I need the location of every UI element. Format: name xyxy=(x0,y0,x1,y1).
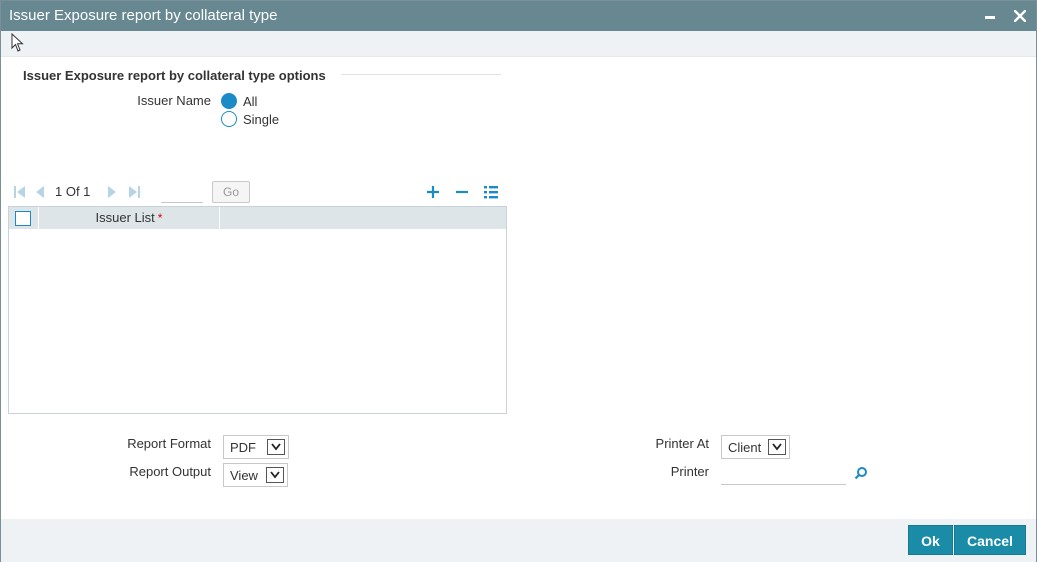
report-format-select[interactable]: PDF xyxy=(223,435,289,459)
list-view-icon[interactable] xyxy=(482,183,500,201)
column-header-issuer-list[interactable]: Issuer List * xyxy=(39,207,220,229)
go-button[interactable]: Go xyxy=(212,181,250,203)
footer-bar xyxy=(1,519,1036,562)
radio-issuer-all[interactable]: All xyxy=(221,93,257,109)
section-divider xyxy=(341,74,501,75)
printer-at-select[interactable]: Client xyxy=(721,435,790,459)
issuer-list-grid: Issuer List * xyxy=(8,206,507,414)
add-row-icon[interactable] xyxy=(424,183,442,201)
cancel-button[interactable]: Cancel xyxy=(954,525,1026,555)
mouse-cursor-icon xyxy=(11,33,24,52)
ok-button[interactable]: Ok xyxy=(908,525,953,555)
window-title: Issuer Exposure report by collateral typ… xyxy=(9,7,278,24)
issuer-name-label: Issuer Name xyxy=(137,93,211,108)
first-page-icon[interactable] xyxy=(13,185,27,199)
radio-all-indicator[interactable] xyxy=(221,93,237,109)
last-page-icon[interactable] xyxy=(127,185,141,199)
radio-issuer-single[interactable]: Single xyxy=(221,111,279,127)
minimize-button[interactable] xyxy=(979,5,1001,27)
page-indicator: 1 Of 1 xyxy=(55,184,91,199)
column-header-label: Issuer List xyxy=(95,210,155,225)
chevron-down-icon xyxy=(768,439,786,455)
section-title: Issuer Exposure report by collateral typ… xyxy=(23,68,326,83)
report-output-label: Report Output xyxy=(129,464,211,479)
grid-header: Issuer List * xyxy=(9,207,506,229)
previous-page-icon[interactable] xyxy=(33,185,47,199)
page-number-input[interactable] xyxy=(161,183,203,203)
select-all-checkbox[interactable] xyxy=(15,211,31,226)
report-window: Issuer Exposure report by collateral typ… xyxy=(0,0,1037,562)
minimize-icon xyxy=(985,15,995,19)
radio-all-label: All xyxy=(243,93,258,109)
report-format-value: PDF xyxy=(230,440,256,455)
printer-at-value: Client xyxy=(728,440,762,455)
delete-row-icon[interactable] xyxy=(453,183,471,201)
chevron-down-icon xyxy=(267,439,285,455)
title-bar: Issuer Exposure report by collateral typ… xyxy=(1,1,1036,31)
radio-single-indicator[interactable] xyxy=(221,111,237,127)
required-marker: * xyxy=(157,211,163,225)
report-output-value: View xyxy=(230,468,258,483)
printer-input[interactable] xyxy=(721,463,846,485)
select-all-cell xyxy=(9,207,39,229)
printer-label: Printer xyxy=(670,464,709,479)
radio-single-label: Single xyxy=(243,111,280,127)
report-format-label: Report Format xyxy=(127,436,211,451)
toolbar-strip xyxy=(1,31,1036,57)
report-output-select[interactable]: View xyxy=(223,463,288,487)
search-icon[interactable] xyxy=(854,466,868,480)
close-button[interactable] xyxy=(1009,5,1031,27)
printer-at-label: Printer At xyxy=(655,436,709,451)
close-icon xyxy=(1013,9,1027,23)
next-page-icon[interactable] xyxy=(105,185,119,199)
chevron-down-icon xyxy=(266,467,284,483)
grid-pager: 1 Of 1 Go xyxy=(9,181,507,203)
